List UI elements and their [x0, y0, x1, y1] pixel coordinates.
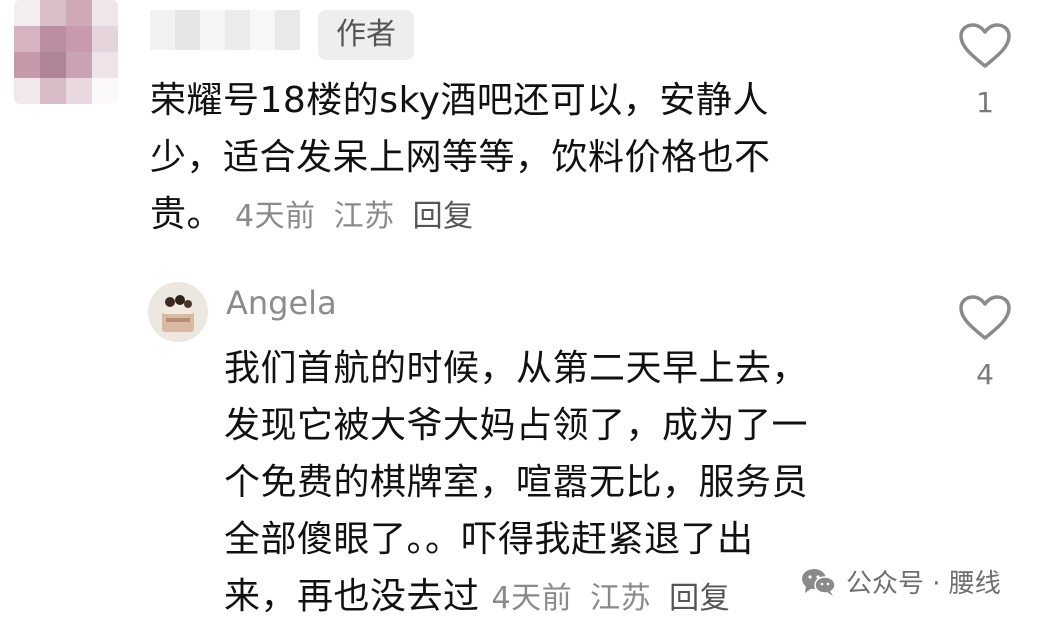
comment-location: 江苏 — [333, 199, 395, 234]
comment-time: 4天前 — [235, 199, 316, 234]
reply-button[interactable]: 回复 — [413, 199, 474, 234]
reply-line: 全部傻眼了。。吓得我赶紧退了出 — [224, 519, 754, 560]
comment-line: 贵。 — [150, 194, 224, 235]
reply-author[interactable]: Angela — [226, 284, 337, 322]
watermark: 公众号 · 腰线 — [800, 563, 1001, 600]
like-control[interactable]: 1 — [955, 22, 1015, 119]
reply-line: 来，再也没去过 — [224, 576, 480, 617]
reply-button[interactable]: 回复 — [669, 581, 730, 616]
heart-icon[interactable] — [958, 22, 1012, 70]
comment-line: 少，适合发呆上网等等，饮料价格也不 — [150, 137, 771, 178]
reply-line: 个免费的棋牌室，喧嚣无比，服务员 — [224, 462, 809, 503]
reply-like-control[interactable]: 4 — [955, 294, 1015, 391]
reply-line: 发现它被大爷大妈占领了，成为了一 — [224, 405, 809, 446]
cake-avatar-icon — [148, 282, 208, 342]
like-count: 1 — [976, 86, 994, 119]
avatar[interactable] — [14, 0, 118, 104]
watermark-text: 公众号 · 腰线 — [846, 569, 1001, 599]
comment-text: 荣耀号18楼的sky酒吧还可以，安静人 少，适合发呆上网等等，饮料价格也不 贵。… — [150, 72, 910, 245]
comment-meta: 4天前 江苏 回复 — [235, 188, 492, 245]
comment-line: 荣耀号18楼的sky酒吧还可以，安静人 — [150, 80, 769, 121]
username-redacted — [150, 10, 300, 50]
reply-line: 我们首航的时候，从第二天早上去， — [224, 348, 809, 389]
heart-icon[interactable] — [958, 294, 1012, 342]
reply-time: 4天前 — [491, 581, 573, 616]
reply-meta: 4天前 江苏 回复 — [492, 570, 749, 627]
reply-location: 江苏 — [590, 581, 652, 616]
wechat-icon — [802, 568, 836, 596]
like-count: 4 — [976, 358, 994, 391]
reply-avatar[interactable] — [148, 282, 208, 342]
author-badge: 作者 — [318, 10, 414, 60]
